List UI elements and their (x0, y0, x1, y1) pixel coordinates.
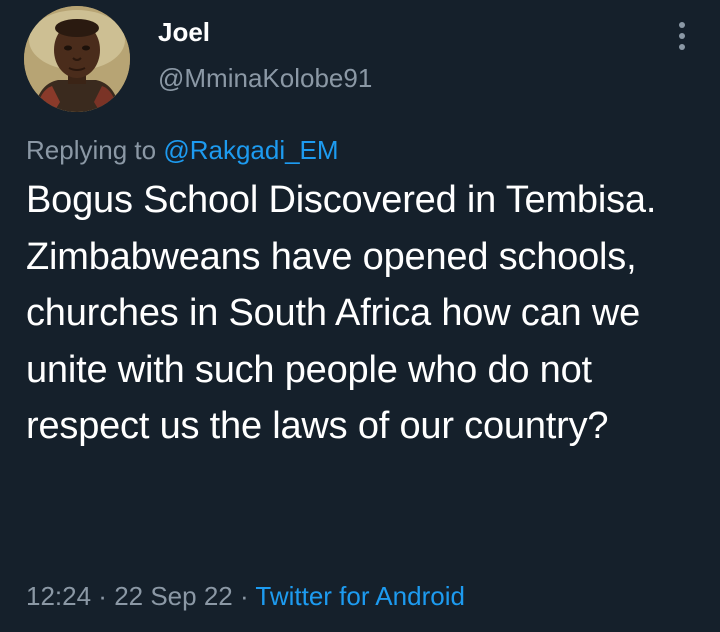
tweet-text: Bogus School Discovered in Tembisa. Zimb… (26, 179, 657, 447)
tweet-source-link[interactable]: Twitter for Android (255, 581, 465, 611)
meta-separator: · (232, 581, 256, 611)
reply-mention-link[interactable]: @Rakgadi_EM (163, 135, 338, 165)
more-options-button[interactable] (660, 14, 704, 58)
more-vertical-icon-dot (679, 44, 685, 50)
author-handle[interactable]: @MminaKolobe91 (158, 60, 372, 96)
meta-separator: · (91, 581, 115, 611)
user-avatar-icon (24, 6, 130, 112)
tweet-card: Joel @MminaKolobe91 Replying to @Rakgadi… (0, 0, 720, 632)
replying-to-line: Replying to @Rakgadi_EM (26, 133, 339, 167)
tweet-date[interactable]: 22 Sep 22 (114, 581, 233, 611)
tweet-header: Joel @MminaKolobe91 (0, 0, 720, 120)
avatar[interactable] (24, 6, 130, 112)
author-names: Joel @MminaKolobe91 (158, 14, 372, 96)
tweet-meta: 12:24 · 22 Sep 22 · Twitter for Android (26, 578, 465, 614)
more-vertical-icon-dot (679, 33, 685, 39)
more-vertical-icon (679, 22, 685, 28)
tweet-time[interactable]: 12:24 (26, 581, 91, 611)
replying-to-prefix: Replying to (26, 135, 164, 165)
author-display-name[interactable]: Joel (158, 14, 372, 50)
